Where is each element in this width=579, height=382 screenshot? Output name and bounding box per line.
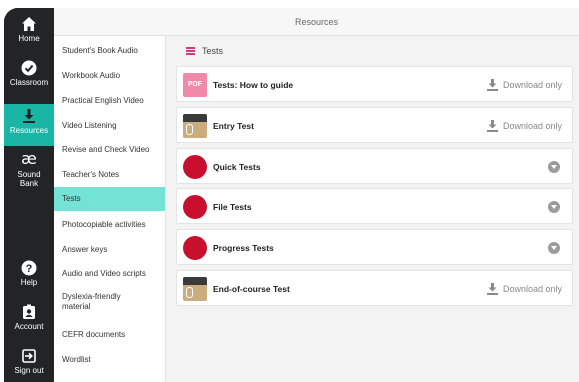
rail-item-sign-out[interactable]: Sign out [4,348,54,382]
section-title: Tests [202,46,224,56]
menu-item-label: Answer keys [62,245,108,254]
rail-item-classroom[interactable]: Classroom [4,60,54,100]
question-icon: ? [21,260,37,276]
rail-item-home[interactable]: Home [4,16,54,54]
menu-item-label: CEFR documents [62,330,126,339]
chevron-down-icon[interactable] [548,242,560,254]
chevron-down-icon[interactable] [548,201,560,213]
sign-out-icon [22,349,36,363]
menu-item-revise-and-check-video[interactable]: Revise and Check Video [54,140,165,160]
download-icon [23,109,35,123]
resource-row-quick-tests[interactable]: Quick Tests [176,148,573,184]
row-title: Entry Test [213,121,254,131]
menu-item-dyslexia-friendly-material[interactable]: Dyslexia-friendly material [54,288,165,316]
pdf-thumb-label: PDF [188,81,202,88]
menu-item-tests[interactable]: Tests [54,187,165,211]
chevron-down-icon[interactable] [548,161,560,173]
rail-item-resources[interactable]: Resources [4,104,54,146]
rail-label-home: Home [18,34,40,43]
resource-menu: Student's Book Audio Workbook Audio Prac… [54,36,166,382]
menu-item-photocopiable-activities[interactable]: Photocopiable activities [54,215,165,235]
section-header: Tests [186,44,223,58]
menu-item-teachers-notes[interactable]: Teacher's Notes [54,165,165,185]
download-icon [486,120,498,132]
menu-item-cefr-documents[interactable]: CEFR documents [54,325,165,345]
row-title: File Tests [213,202,252,212]
rail-label-help: Help [20,278,38,287]
book-thumbnail-icon [183,277,207,301]
resource-row-progress-tests[interactable]: Progress Tests [176,229,573,265]
menu-item-label: Wordlist [62,355,91,364]
menu-item-students-book-audio[interactable]: Student's Book Audio [54,41,165,61]
red-circle-icon [183,236,207,260]
download-icon [486,283,498,295]
rail-item-help[interactable]: ? Help [4,260,54,296]
nav-rail: Home Classroom Resources æ Sound Bank ? [4,8,54,382]
resource-row-entry-test[interactable]: Entry Test Download only [176,107,573,143]
content-area: Tests PDF Tests: How to guide Download o… [166,36,579,382]
row-title: End-of-course Test [213,284,290,294]
menu-item-label: Audio and Video scripts [62,269,146,278]
check-circle-icon [21,60,37,76]
row-title: Tests: How to guide [213,80,294,90]
download-only-label: Download only [502,121,562,131]
menu-item-label: Workbook Audio [62,71,121,80]
download-only-button[interactable]: Download only [486,67,562,103]
menu-item-workbook-audio[interactable]: Workbook Audio [54,66,165,86]
row-title: Progress Tests [213,243,274,253]
red-circle-icon [183,195,207,219]
app-window: Home Classroom Resources æ Sound Bank ? [4,8,579,382]
menu-item-label: Video Listening [62,121,117,130]
menu-item-wordlist[interactable]: Wordlist [54,350,165,370]
menu-item-label: Photocopiable activities [62,220,146,229]
rail-label-sign-out: Sign out [14,366,44,375]
download-icon [486,79,498,91]
page-title: Resources [294,17,339,27]
download-only-button[interactable]: Download only [486,108,562,144]
download-only-label: Download only [502,80,562,90]
menu-item-label: Practical English Video [62,96,144,105]
menu-item-label: Student's Book Audio [62,46,138,55]
pdf-file-icon: PDF [183,73,207,97]
menu-item-practical-english-video[interactable]: Practical English Video [54,91,165,111]
resource-row-how-to-guide[interactable]: PDF Tests: How to guide Download only [176,66,573,102]
rail-label-resources: Resources [9,126,49,135]
resource-row-end-of-course-test[interactable]: End-of-course Test Download only [176,270,573,306]
menu-item-label: Dyslexia-friendly material [62,292,121,311]
book-thumbnail-icon [183,114,207,138]
menu-item-label: Tests [62,194,81,203]
menu-item-video-listening[interactable]: Video Listening [54,116,165,136]
rail-label-classroom: Classroom [9,78,49,87]
red-circle-icon [183,155,207,179]
download-only-button[interactable]: Download only [486,271,562,307]
ae-ligature-icon: æ [21,149,37,168]
resource-row-file-tests[interactable]: File Tests [176,188,573,224]
main-panel: Resources Student's Book Audio Workbook … [54,8,579,382]
download-only-label: Download only [502,284,562,294]
account-icon [23,304,35,319]
rail-label-sound-bank: Sound Bank [17,170,41,188]
title-bar: Resources [54,8,579,36]
menu-item-label: Revise and Check Video [62,145,150,154]
rail-item-account[interactable]: Account [4,304,54,340]
home-icon [22,17,36,31]
svg-text:?: ? [26,263,33,275]
menu-item-audio-and-video-scripts[interactable]: Audio and Video scripts [54,264,165,284]
rail-item-sound-bank[interactable]: æ Sound Bank [4,150,54,194]
hamburger-icon[interactable] [186,47,195,55]
menu-item-answer-keys[interactable]: Answer keys [54,240,165,260]
row-title: Quick Tests [213,162,261,172]
rail-label-account: Account [14,322,44,331]
menu-item-label: Teacher's Notes [62,170,120,179]
